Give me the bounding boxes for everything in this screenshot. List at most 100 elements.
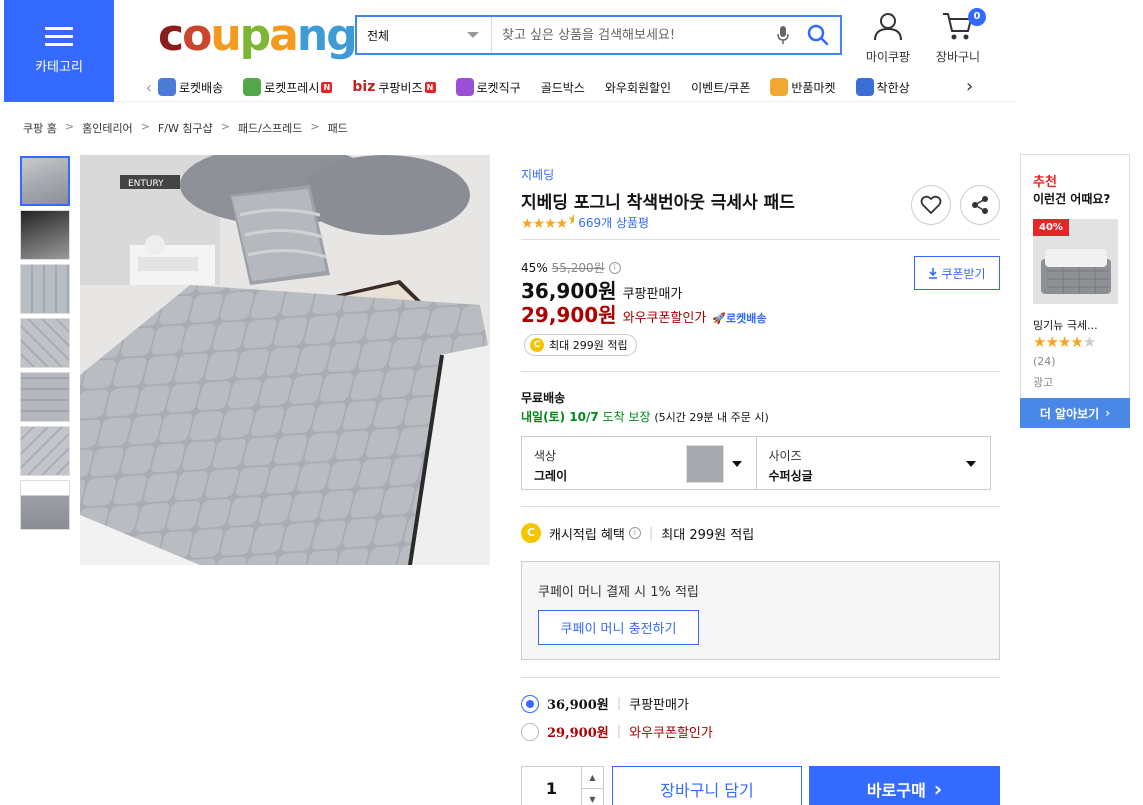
chevron-down-icon — [731, 461, 742, 467]
nav-next-icon[interactable]: › — [966, 76, 973, 97]
logo-letter: p — [239, 10, 271, 61]
quantity-down-icon[interactable]: ▼ — [582, 788, 603, 805]
discount-info: 45% 55,200원 i — [521, 259, 621, 276]
logo-letter: g — [326, 10, 357, 61]
search-scope-select[interactable]: 전체 — [357, 17, 492, 53]
color-option-select[interactable]: 색상 그레이 — [522, 437, 756, 489]
reward-text: 최대 299원 적립 — [549, 339, 628, 352]
recommend-discount: 40% — [1033, 219, 1069, 236]
nav-prev-icon[interactable]: ‹ — [140, 78, 158, 97]
my-coupang-button[interactable]: 마이쿠팡 — [862, 10, 914, 65]
add-to-cart-button[interactable]: 장바구니 담기 — [612, 766, 802, 805]
coupon-download-button[interactable]: 쿠폰받기 — [914, 256, 1000, 290]
thumbnail-6[interactable] — [20, 426, 70, 476]
thumbnail-2[interactable] — [20, 210, 70, 260]
thumbnail-4[interactable] — [20, 318, 70, 368]
recommend-product-name[interactable]: 밍기뉴 극세... — [1033, 317, 1098, 333]
share-icon[interactable] — [960, 185, 1000, 225]
shipping-title: 무료배송 — [521, 391, 566, 405]
breadcrumb-separator: > — [220, 120, 230, 133]
product-main-image[interactable]: ENTURY — [80, 155, 490, 565]
thumbnail-3[interactable] — [20, 264, 70, 314]
price-option-wow[interactable]: 29,900원 | 와우쿠폰할인가 — [521, 722, 713, 741]
breadcrumb-separator: > — [310, 120, 320, 133]
microphone-icon[interactable] — [770, 20, 796, 50]
breadcrumb-item[interactable]: F/W 침구샵 — [158, 120, 213, 136]
recommend-panel: 추천 이런건 어때요? 40% 밍기뉴 극세... ★★★★★ (24) 광고 … — [1020, 154, 1130, 428]
thumbnail-list — [20, 156, 70, 534]
radio-wow-price: 29,900원 — [547, 726, 609, 741]
buy-now-button[interactable]: 바로구매 › — [809, 766, 1000, 805]
shipping-detail: 내일(토) 10/7 도착 보장 (5시간 29분 내 주문 시) — [521, 408, 769, 425]
new-badge: N — [424, 81, 436, 93]
nav-item[interactable]: 착한상 — [855, 78, 910, 96]
new-badge: N — [321, 81, 333, 93]
favorite-icon[interactable] — [911, 185, 951, 225]
product-rating[interactable]: ★★★★★ 669개 상품평 — [521, 212, 649, 232]
nav-item[interactable]: biz 쿠팡비즈 N — [352, 79, 436, 96]
shipping-note: (5시간 29분 내 주문 시) — [654, 411, 769, 424]
nav-item[interactable]: 로켓배송 — [158, 78, 223, 96]
quantity-input[interactable]: 1 — [522, 767, 581, 805]
breadcrumb-item[interactable]: 쿠팡 홈 — [23, 120, 57, 136]
recommend-title: 이런건 어때요? — [1033, 192, 1111, 206]
nav-item[interactable]: 로켓직구 — [455, 78, 521, 96]
info-icon[interactable]: i — [628, 527, 641, 539]
cart-button[interactable]: 장바구니 0 — [930, 8, 986, 65]
thumbnail-5[interactable] — [20, 372, 70, 422]
breadcrumb-item[interactable]: 패드 — [328, 120, 348, 136]
nav-item[interactable]: 반품마켓 — [770, 78, 836, 96]
search-bar: 전체 — [355, 15, 842, 55]
breadcrumb-item[interactable]: 홈인테리어 — [82, 120, 133, 136]
recommend-product-image[interactable]: 40% — [1033, 219, 1118, 304]
review-count[interactable]: 669개 상품평 — [578, 214, 649, 231]
download-icon — [929, 267, 938, 279]
coin-icon: C — [530, 338, 544, 352]
nav-item-label: 이벤트/쿠폰 — [691, 80, 751, 95]
nav-item[interactable]: 로켓프레시 N — [243, 78, 333, 96]
brand-link[interactable]: 지베딩 — [521, 166, 554, 183]
hamburger-icon — [45, 27, 73, 46]
radio-wow-label: 와우쿠폰할인가 — [629, 726, 713, 741]
size-option-value: 수퍼싱글 — [768, 469, 813, 483]
radio-unselected[interactable] — [521, 722, 539, 741]
nav-item-label: 쿠팡비즈 — [378, 80, 423, 95]
rocket-icon: 🚀 — [712, 312, 727, 325]
cash-value: 최대 299원 적립 — [661, 527, 755, 543]
chevron-down-icon — [467, 32, 479, 38]
search-icon[interactable] — [796, 20, 840, 50]
separator: | — [616, 696, 622, 711]
thumbnail-1[interactable] — [20, 156, 70, 206]
cash-coin-icon: C — [521, 523, 541, 543]
nav-item[interactable]: 와우회원할인 — [605, 79, 671, 96]
category-menu-button[interactable]: 카테고리 — [4, 0, 114, 102]
option-selectors: 색상 그레이 사이즈 수퍼싱글 — [521, 436, 991, 490]
nav-item-label: 로켓직구 — [476, 80, 521, 95]
size-option-select[interactable]: 사이즈 수퍼싱글 — [755, 437, 991, 489]
nav-item-label: 착한상 — [876, 80, 910, 95]
logo-letter: o — [182, 10, 212, 61]
logo-letter: c — [158, 10, 184, 61]
info-icon[interactable]: i — [608, 261, 621, 274]
my-coupang-label: 마이쿠팡 — [865, 50, 911, 64]
good-shop-icon — [855, 78, 874, 96]
price-option-coupang[interactable]: 36,900원 | 쿠팡판매가 — [521, 694, 689, 713]
search-input[interactable] — [492, 17, 770, 53]
nav-item-label: 골드박스 — [540, 80, 585, 95]
chevron-right-icon: › — [933, 776, 943, 801]
thumbnail-7[interactable] — [20, 480, 70, 530]
nav-item[interactable]: 골드박스 — [541, 79, 585, 96]
quantity-stepper: 1 ▲ ▼ — [521, 766, 604, 805]
recommend-tag: 추천 — [1033, 175, 1057, 190]
quantity-up-icon[interactable]: ▲ — [582, 767, 603, 788]
breadcrumb: 쿠팡 홈 > 홈인테리어 > F/W 침구샵 > 패드/스프레드 > 패드 — [23, 120, 348, 136]
recommend-rating-stars: ★★★★★ — [1033, 333, 1096, 351]
breadcrumb-item[interactable]: 패드/스프레드 — [238, 120, 302, 136]
shipping-arrive: 도착 보장 — [602, 410, 651, 424]
divider — [521, 506, 1000, 507]
see-more-button[interactable]: 더 알아보기 › — [1020, 398, 1130, 428]
coupang-logo[interactable]: coupang — [158, 10, 358, 62]
radio-selected[interactable] — [521, 694, 539, 713]
coupay-charge-button[interactable]: 쿠페이 머니 충전하기 — [538, 610, 699, 645]
nav-item[interactable]: 이벤트/쿠폰 — [691, 79, 750, 96]
